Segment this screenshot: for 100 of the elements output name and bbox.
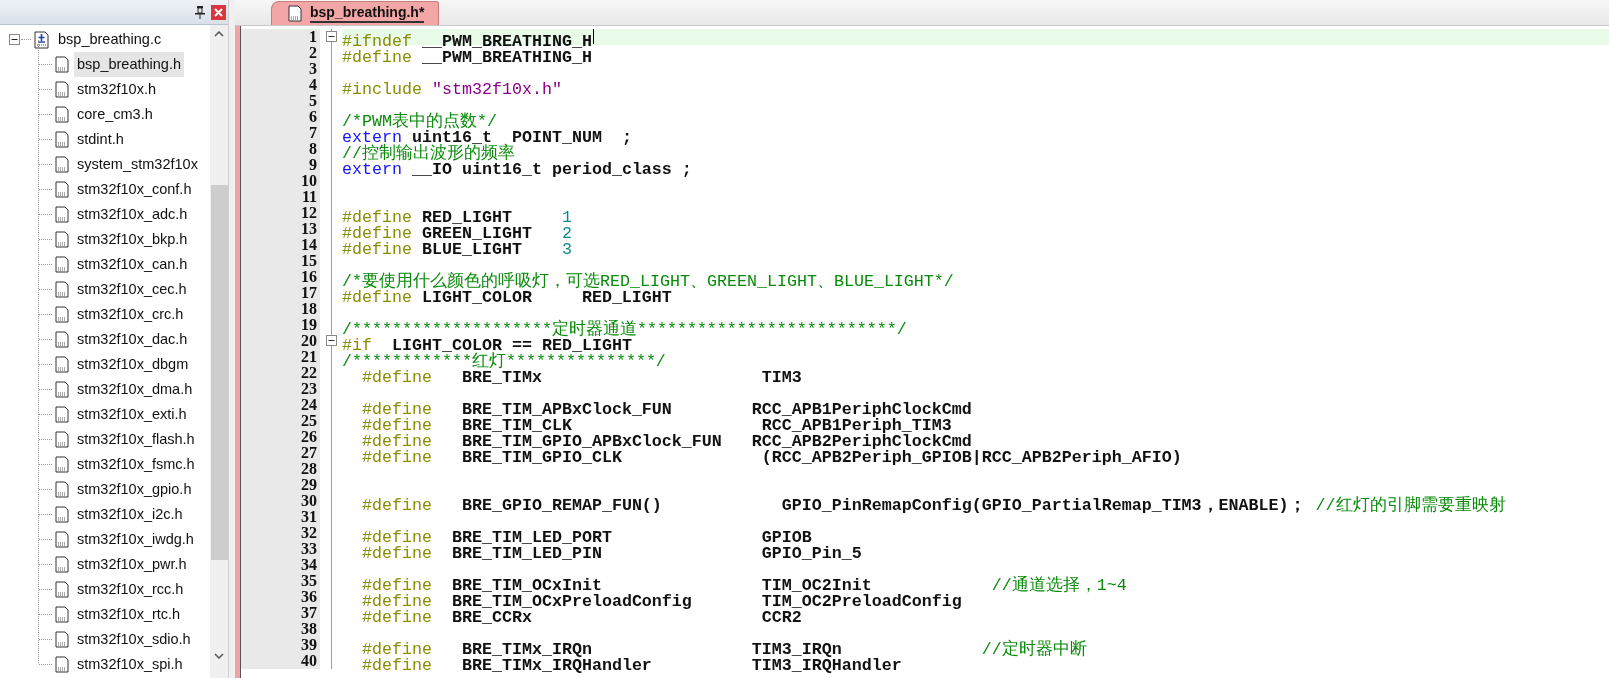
line-number: 22 xyxy=(301,364,317,381)
file-icon xyxy=(55,356,69,373)
line-number: 34 xyxy=(301,556,317,573)
line-number: 21 xyxy=(301,348,317,365)
line-number: 14 xyxy=(301,236,317,253)
scrollbar[interactable] xyxy=(210,25,228,678)
line-number: 5 xyxy=(309,92,317,109)
line-number: 40 xyxy=(301,652,317,669)
file-icon xyxy=(55,481,69,498)
scroll-thumb[interactable] xyxy=(210,185,228,560)
tree-item[interactable]: stm32f10x_fsmc.h xyxy=(74,451,198,478)
tree-item[interactable]: stm32f10x_spi.h xyxy=(74,651,186,678)
line-number: 6 xyxy=(309,108,317,125)
close-button[interactable] xyxy=(211,4,226,20)
line-number: 18 xyxy=(301,300,317,317)
tree-item[interactable]: stm32f10x_dma.h xyxy=(74,376,196,403)
tree-item[interactable]: system_stm32f10x xyxy=(74,151,201,178)
tree-item[interactable]: stm32f10x_sdio.h xyxy=(74,626,194,653)
file-icon xyxy=(55,131,69,148)
tree-item[interactable]: stm32f10x_flash.h xyxy=(74,426,198,453)
code-line: #define BRE_TIM_LED_PORT GPIOB xyxy=(361,530,812,547)
code-line: #define BRE_TIMx_IRQHandler TIM3_IRQHandler xyxy=(361,658,902,675)
line-number: 28 xyxy=(301,460,317,477)
tree-item[interactable]: stm32f10x_rcc.h xyxy=(74,576,187,603)
line-number: 16 xyxy=(301,268,317,285)
file-icon xyxy=(55,581,69,598)
tree-item[interactable]: bsp_breathing.h xyxy=(74,51,184,78)
tree-item[interactable]: stm32f10x_exti.h xyxy=(74,401,190,428)
code-line: /************红灯***************/ xyxy=(342,354,666,371)
pin-icon[interactable] xyxy=(195,5,205,19)
tree-item[interactable]: stm32f10x_bkp.h xyxy=(74,226,191,253)
code-line: extern __IO uint16_t period_class ; xyxy=(342,162,692,179)
tree-item[interactable]: stm32f10x_can.h xyxy=(74,251,191,278)
tree-item[interactable]: stm32f10x_gpio.h xyxy=(74,476,195,503)
line-number: 23 xyxy=(301,380,317,397)
line-number: 9 xyxy=(309,156,317,173)
tree-item[interactable]: stm32f10x.h xyxy=(74,76,159,103)
code-line: #define RED_LIGHT 1 xyxy=(342,210,572,227)
file-icon xyxy=(55,531,69,548)
file-icon xyxy=(55,606,69,623)
code-line: #define LIGHT_COLOR RED_LIGHT xyxy=(342,290,672,307)
line-number: 29 xyxy=(301,476,317,493)
line-number: 7 xyxy=(309,124,317,141)
code-line: /*要使用什么颜色的呼吸灯，可选RED_LIGHT、GREEN_LIGHT、BLUE_LIGHT*/ xyxy=(342,274,954,291)
file-icon xyxy=(55,81,69,98)
line-number: 20 xyxy=(301,332,317,349)
code-line: #define BRE_TIM_GPIO_CLK (RCC_APB2Periph_GPIOB|RCC_APB2Periph_AFIO) xyxy=(361,450,1182,467)
line-number: 38 xyxy=(301,620,317,637)
file-icon xyxy=(288,5,302,22)
tree-item[interactable]: stm32f10x_iwdg.h xyxy=(74,526,197,553)
line-number: 33 xyxy=(301,540,317,557)
line-number: 19 xyxy=(301,316,317,333)
file-icon xyxy=(55,156,69,173)
fold-icon[interactable] xyxy=(326,335,337,346)
tree-item[interactable]: core_cm3.h xyxy=(74,101,156,128)
tree-item[interactable]: stm32f10x_crc.h xyxy=(74,301,187,328)
code-line: #define BRE_TIM_OCxInit TIM_OC2Init //通道选择，1~4 xyxy=(361,578,1127,595)
file-icon xyxy=(55,631,69,648)
tree-item[interactable]: stm32f10x_pwr.h xyxy=(74,551,190,578)
file-icon xyxy=(55,281,69,298)
line-number: 32 xyxy=(301,524,317,541)
editor-tab[interactable]: bsp_breathing.h* xyxy=(271,1,440,25)
source-file-icon xyxy=(34,30,49,49)
file-icon xyxy=(55,331,69,348)
line-number: 17 xyxy=(301,284,317,301)
file-icon xyxy=(55,231,69,248)
code-line: #define BRE_TIMx TIM3 xyxy=(361,370,802,387)
tree-item[interactable]: stm32f10x_i2c.h xyxy=(74,501,186,528)
code-line: #define BRE_TIM_CLK RCC_APB1Periph_TIM3 xyxy=(361,418,952,435)
file-icon xyxy=(55,431,69,448)
code-line: #define BRE_TIM_LED_PIN GPIO_Pin_5 xyxy=(361,546,862,563)
tree-item[interactable]: bsp_breathing.c xyxy=(55,26,165,53)
collapse-icon[interactable] xyxy=(9,34,20,45)
tree-item[interactable]: stm32f10x_dbgm xyxy=(74,351,192,378)
tree-item[interactable]: stm32f10x_conf.h xyxy=(74,176,195,203)
fold-icon[interactable] xyxy=(326,31,337,42)
tree-item[interactable]: stdint.h xyxy=(74,126,127,153)
line-number: 35 xyxy=(301,572,317,589)
tree-item[interactable]: stm32f10x_rtc.h xyxy=(74,601,184,628)
line-number: 13 xyxy=(301,220,317,237)
tree-item[interactable]: stm32f10x_adc.h xyxy=(74,201,191,228)
line-number: 2 xyxy=(309,44,317,61)
tree-item[interactable]: stm32f10x_dac.h xyxy=(74,326,191,353)
tree-item[interactable]: stm32f10x_cec.h xyxy=(74,276,190,303)
line-number: 37 xyxy=(301,604,317,621)
code-line: #define BRE_GPIO_REMAP_FUN() GPIO_PinRemapConfig(GPIO_PartialRemap_TIM3，ENABLE)； //红灯的引脚需要重映射 xyxy=(361,498,1506,515)
file-icon xyxy=(55,181,69,198)
file-icon xyxy=(55,56,69,73)
line-number: 24 xyxy=(301,396,317,413)
code-line: /*PWM表中的点数*/ xyxy=(342,114,497,131)
code-line: #define GREEN_LIGHT 2 xyxy=(342,226,572,243)
line-number: 26 xyxy=(301,428,317,445)
code-line: #define BRE_TIM_OCxPreloadConfig TIM_OC2PreloadConfig xyxy=(361,594,962,611)
line-number: 11 xyxy=(301,188,317,205)
file-icon xyxy=(55,456,69,473)
line-number: 12 xyxy=(301,204,317,221)
file-icon xyxy=(55,406,69,423)
line-number: 1 xyxy=(309,28,317,45)
code-line: #define BRE_TIM_APBxClock_FUN RCC_APB1PeriphClockCmd xyxy=(361,402,972,419)
line-number: 30 xyxy=(301,492,317,509)
